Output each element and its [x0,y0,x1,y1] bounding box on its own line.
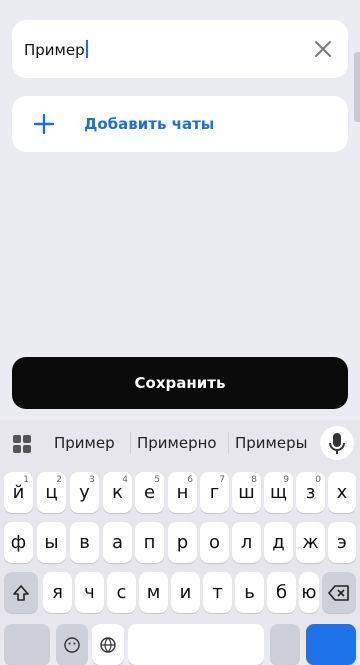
key-hint: 5 [154,475,160,485]
scroll-indicator [354,52,360,122]
backspace-icon [328,584,349,601]
key-г[interactable]: г7 [200,472,229,513]
emoji-icon [64,636,80,653]
key-д[interactable]: д [264,522,293,563]
enter-key[interactable] [306,624,356,665]
suggestion-3[interactable]: Примеры [235,434,307,452]
key-щ[interactable]: щ9 [264,472,293,513]
key-ш[interactable]: ш8 [232,472,261,513]
key-с[interactable]: с [107,572,136,613]
key-label: е [143,482,156,503]
clear-button[interactable] [308,34,338,64]
key-hint: 9 [283,475,289,485]
key-hint: 1 [23,475,29,485]
key-э[interactable]: э [328,522,356,563]
save-button[interactable]: Сохранить [12,357,348,409]
key-к[interactable]: к4 [103,472,132,513]
key-label: у [79,482,90,503]
key-р[interactable]: р [168,522,197,563]
close-icon [315,41,331,57]
key-ю[interactable]: ю [299,572,319,613]
key-ы[interactable]: ы [37,522,66,563]
globe-icon [100,636,116,653]
key-hint: 2 [56,475,62,485]
key-б[interactable]: б [267,572,296,613]
shift-key[interactable] [4,572,38,613]
key-х[interactable]: х [328,472,356,513]
key-label: ш [238,482,255,503]
key-е[interactable]: е5 [135,472,164,513]
suggestion-bar: Пример Примерно Примеры [0,420,360,466]
suggestion-1[interactable]: Пример [54,434,115,452]
key-label: щ [270,482,287,503]
key-л[interactable]: л [232,522,261,563]
key-й[interactable]: й1 [4,472,33,513]
key-н[interactable]: н6 [168,472,197,513]
shift-icon [13,584,29,601]
key-ь[interactable]: ь [235,572,264,613]
key-и[interactable]: и [171,572,200,613]
key-т[interactable]: т [203,572,232,613]
name-input-value: Пример [24,41,85,59]
key-label: к [112,482,123,503]
symbols-key[interactable] [4,624,50,665]
key-label: й [12,482,25,503]
key-label: з [305,482,316,503]
key-ч[interactable]: ч [75,572,104,613]
key-ж[interactable]: ж [296,522,325,563]
key-label: х [336,482,348,503]
key-а[interactable]: а [103,522,132,563]
key-п[interactable]: п [135,522,164,563]
name-input-card[interactable]: Пример [12,20,348,78]
key-label: н [176,482,189,503]
keyboard: Пример Примерно Примеры й1 ц2 у3 к4 е5 н… [0,420,360,665]
emoji-key[interactable] [56,624,88,665]
microphone-icon [329,433,345,454]
key-hint: 4 [122,475,128,485]
plus-icon [32,112,56,136]
key-hint: 7 [219,475,225,485]
space-key[interactable] [128,624,264,665]
suggestion-divider [130,432,131,454]
key-о[interactable]: о [200,522,229,563]
key-hint: 6 [187,475,193,485]
key-hint: 0 [315,475,321,485]
language-key[interactable] [92,624,124,665]
key-в[interactable]: в [70,522,99,563]
add-chats-label: Добавить чаты [84,115,215,133]
period-key[interactable] [270,624,300,665]
key-м[interactable]: м [139,572,168,613]
text-cursor [85,40,88,58]
key-я[interactable]: я [43,572,72,613]
key-hint: 3 [89,475,95,485]
key-label: ц [45,482,58,503]
key-у[interactable]: у3 [70,472,99,513]
add-chats-button[interactable]: Добавить чаты [12,96,348,152]
key-ц[interactable]: ц2 [37,472,66,513]
suggestion-divider [228,432,229,454]
key-hint: 8 [251,475,257,485]
voice-input-button[interactable] [320,426,354,460]
backspace-key[interactable] [322,572,356,613]
key-ф[interactable]: ф [4,522,33,563]
key-label: г [209,482,220,503]
key-з[interactable]: з0 [296,472,325,513]
name-input[interactable]: Пример [24,40,88,59]
suggestion-2[interactable]: Примерно [137,434,217,452]
apps-grid-icon[interactable] [12,434,32,458]
